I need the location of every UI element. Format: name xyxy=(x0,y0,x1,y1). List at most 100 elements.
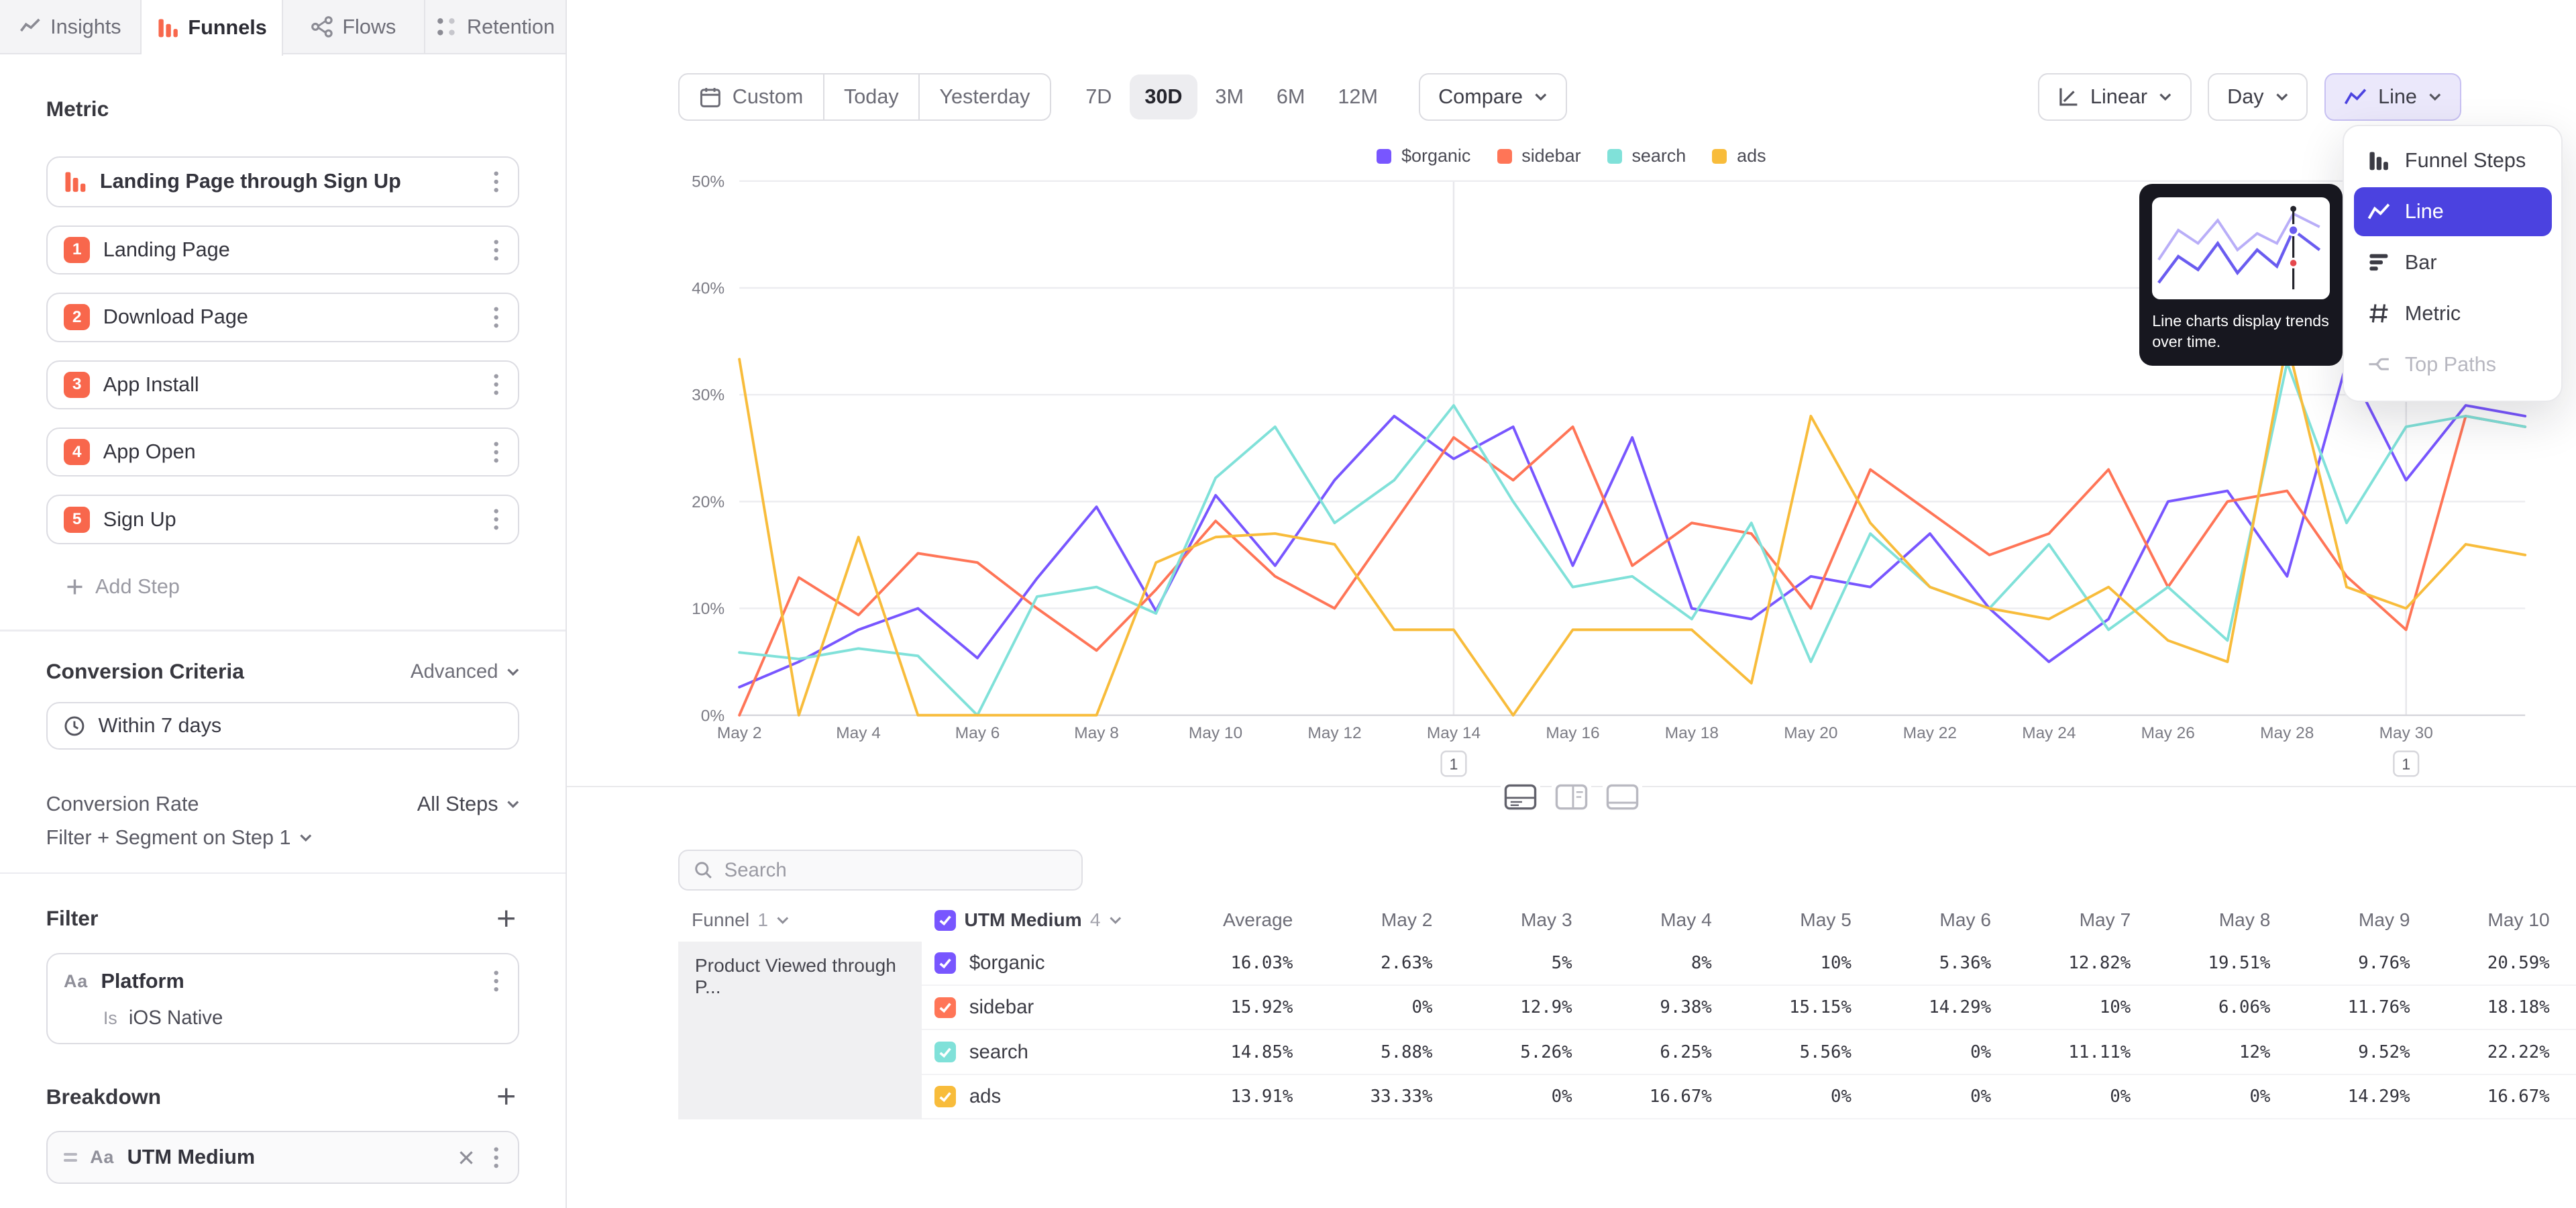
chart-type-button[interactable]: Line xyxy=(2324,73,2461,121)
day-column-header[interactable]: May 6 xyxy=(1851,909,1991,931)
add-step-label: Add Step xyxy=(95,575,180,599)
compare-button[interactable]: Compare xyxy=(1419,73,1566,121)
kebab-menu-icon[interactable] xyxy=(490,1144,502,1172)
funnel-title-card[interactable]: Landing Page through Sign Up xyxy=(46,156,520,207)
linear-axis-icon xyxy=(2057,87,2079,108)
series-line-organic[interactable] xyxy=(739,362,2525,687)
day-column-header[interactable]: May 5 xyxy=(1712,909,1851,931)
funnel-step-app-open[interactable]: 4 App Open xyxy=(46,427,520,476)
conversion-window[interactable]: Within 7 days xyxy=(46,702,520,750)
kebab-menu-icon[interactable] xyxy=(490,303,502,332)
yesterday-button[interactable]: Yesterday xyxy=(920,74,1050,119)
day-column-header[interactable]: May 3 xyxy=(1432,909,1572,931)
day-column-header[interactable]: May 7 xyxy=(1991,909,2131,931)
tab-funnels[interactable]: Funnels xyxy=(142,0,283,56)
range-6m-button[interactable]: 6M xyxy=(1262,74,1320,119)
day-column-header[interactable]: May 9 xyxy=(2270,909,2410,931)
breakdown-utm-card[interactable]: Aa UTM Medium xyxy=(46,1131,520,1183)
main-content: Custom Today Yesterday 7D30D3M6M12M Comp… xyxy=(567,0,2576,1208)
svg-text:May 18: May 18 xyxy=(1665,724,1719,742)
series-line-sidebar[interactable] xyxy=(739,416,2525,715)
add-breakdown-button[interactable] xyxy=(493,1083,519,1109)
tab-flows[interactable]: Flows xyxy=(283,0,425,54)
range-30d-button[interactable]: 30D xyxy=(1130,74,1197,119)
menu-item-funnel-steps[interactable]: Funnel Steps xyxy=(2354,136,2552,185)
row-checkbox[interactable] xyxy=(934,1086,956,1107)
layout-toggle-group xyxy=(567,783,2576,812)
add-filter-button[interactable] xyxy=(493,905,519,932)
kebab-menu-icon[interactable] xyxy=(490,168,502,196)
filter-platform-card[interactable]: Aa Platform Is iOS Native xyxy=(46,953,520,1044)
row-checkbox[interactable] xyxy=(934,1042,956,1063)
top-paths-icon xyxy=(2367,354,2390,374)
layout-chart-table-button[interactable] xyxy=(1501,783,1540,812)
add-step-button[interactable]: Add Step xyxy=(46,564,520,610)
kebab-menu-icon[interactable] xyxy=(490,236,502,264)
select-all-checkbox[interactable] xyxy=(934,910,956,932)
day-value: 9.76% xyxy=(2270,953,2410,973)
day-column-header[interactable]: May 10 xyxy=(2410,909,2550,931)
menu-item-label: Bar xyxy=(2405,251,2437,274)
average-column-header[interactable]: Average xyxy=(1168,909,1293,931)
linear-scale-button[interactable]: Linear xyxy=(2038,73,2192,121)
all-steps-dropdown[interactable]: All Steps xyxy=(417,793,520,816)
insights-icon xyxy=(19,16,41,38)
funnel-step-app-install[interactable]: 3 App Install xyxy=(46,360,520,409)
bar-chart-icon xyxy=(2367,252,2390,273)
funnel-group-cell[interactable]: Product Viewed through P... xyxy=(678,942,921,1119)
funnel-step-download-page[interactable]: 2 Download Page xyxy=(46,293,520,342)
custom-date-button[interactable]: Custom xyxy=(680,74,824,119)
legend-item-search[interactable]: search xyxy=(1607,146,1686,166)
legend-item-sidebar[interactable]: sidebar xyxy=(1497,146,1581,166)
layout-chart-only-button[interactable] xyxy=(1603,783,1642,812)
day-value: 2.63% xyxy=(1293,953,1432,973)
today-button[interactable]: Today xyxy=(824,74,920,119)
menu-item-metric[interactable]: Metric xyxy=(2354,289,2552,338)
legend-item-organic[interactable]: $organic xyxy=(1377,146,1470,166)
day-column-header[interactable]: May 8 xyxy=(2131,909,2270,931)
range-3m-button[interactable]: 3M xyxy=(1200,74,1258,119)
funnel-title: Landing Page through Sign Up xyxy=(100,170,477,193)
search-input[interactable] xyxy=(724,859,1067,882)
day-column-header[interactable]: May 2 xyxy=(1293,909,1432,931)
filter-segment-dropdown[interactable]: Filter + Segment on Step 1 xyxy=(46,826,520,850)
filter-value[interactable]: iOS Native xyxy=(129,1007,223,1029)
funnel-step-landing-page[interactable]: 1 Landing Page xyxy=(46,225,520,274)
legend-label: search xyxy=(1631,146,1686,166)
layout-side-by-side-button[interactable] xyxy=(1552,783,1591,812)
funnel-column-header[interactable]: Funnel 1 xyxy=(678,909,921,931)
remove-breakdown-icon[interactable] xyxy=(455,1147,477,1168)
svg-text:May 20: May 20 xyxy=(1784,724,1837,742)
day-column-header[interactable]: May 4 xyxy=(1572,909,1712,931)
day-value: 11.76% xyxy=(2270,997,2410,1017)
drag-handle[interactable] xyxy=(64,1153,77,1161)
svg-text:50%: 50% xyxy=(692,174,724,191)
table-row-ads[interactable]: ads 13.91%33.33%0%16.67%0%0%0%0%14.29%16… xyxy=(922,1075,2576,1119)
kebab-menu-icon[interactable] xyxy=(490,370,502,399)
row-checkbox[interactable] xyxy=(934,952,956,974)
tab-retention[interactable]: Retention xyxy=(425,0,567,54)
table-row-organic[interactable]: $organic 16.03%2.63%5%8%10%5.36%12.82%19… xyxy=(922,942,2576,986)
svg-text:May 12: May 12 xyxy=(1307,724,1361,742)
row-checkbox[interactable] xyxy=(934,997,956,1019)
breakdown-column-header[interactable]: UTM Medium 4 xyxy=(922,909,1168,931)
menu-item-line[interactable]: Line xyxy=(2354,187,2552,236)
series-line-search[interactable] xyxy=(739,362,2525,715)
legend-item-ads[interactable]: ads xyxy=(1712,146,1766,166)
kebab-menu-icon[interactable] xyxy=(490,505,502,534)
kebab-menu-icon[interactable] xyxy=(490,967,502,995)
custom-label: Custom xyxy=(733,85,803,109)
table-row-search[interactable]: search 14.85%5.88%5.26%6.25%5.56%0%11.11… xyxy=(922,1030,2576,1074)
range-7d-button[interactable]: 7D xyxy=(1071,74,1126,119)
tab-insights[interactable]: Insights xyxy=(0,0,142,54)
funnel-step-sign-up[interactable]: 5 Sign Up xyxy=(46,495,520,544)
table-row-sidebar[interactable]: sidebar 15.92%0%12.9%9.38%15.15%14.29%10… xyxy=(922,986,2576,1030)
interval-day-button[interactable]: Day xyxy=(2208,73,2308,121)
step-label: App Install xyxy=(103,373,477,397)
advanced-dropdown[interactable]: Advanced xyxy=(411,660,519,683)
series-line-ads[interactable] xyxy=(739,341,2525,715)
metric-section-title: Metric xyxy=(46,97,520,121)
range-12m-button[interactable]: 12M xyxy=(1323,74,1393,119)
menu-item-bar[interactable]: Bar xyxy=(2354,238,2552,287)
kebab-menu-icon[interactable] xyxy=(490,438,502,466)
